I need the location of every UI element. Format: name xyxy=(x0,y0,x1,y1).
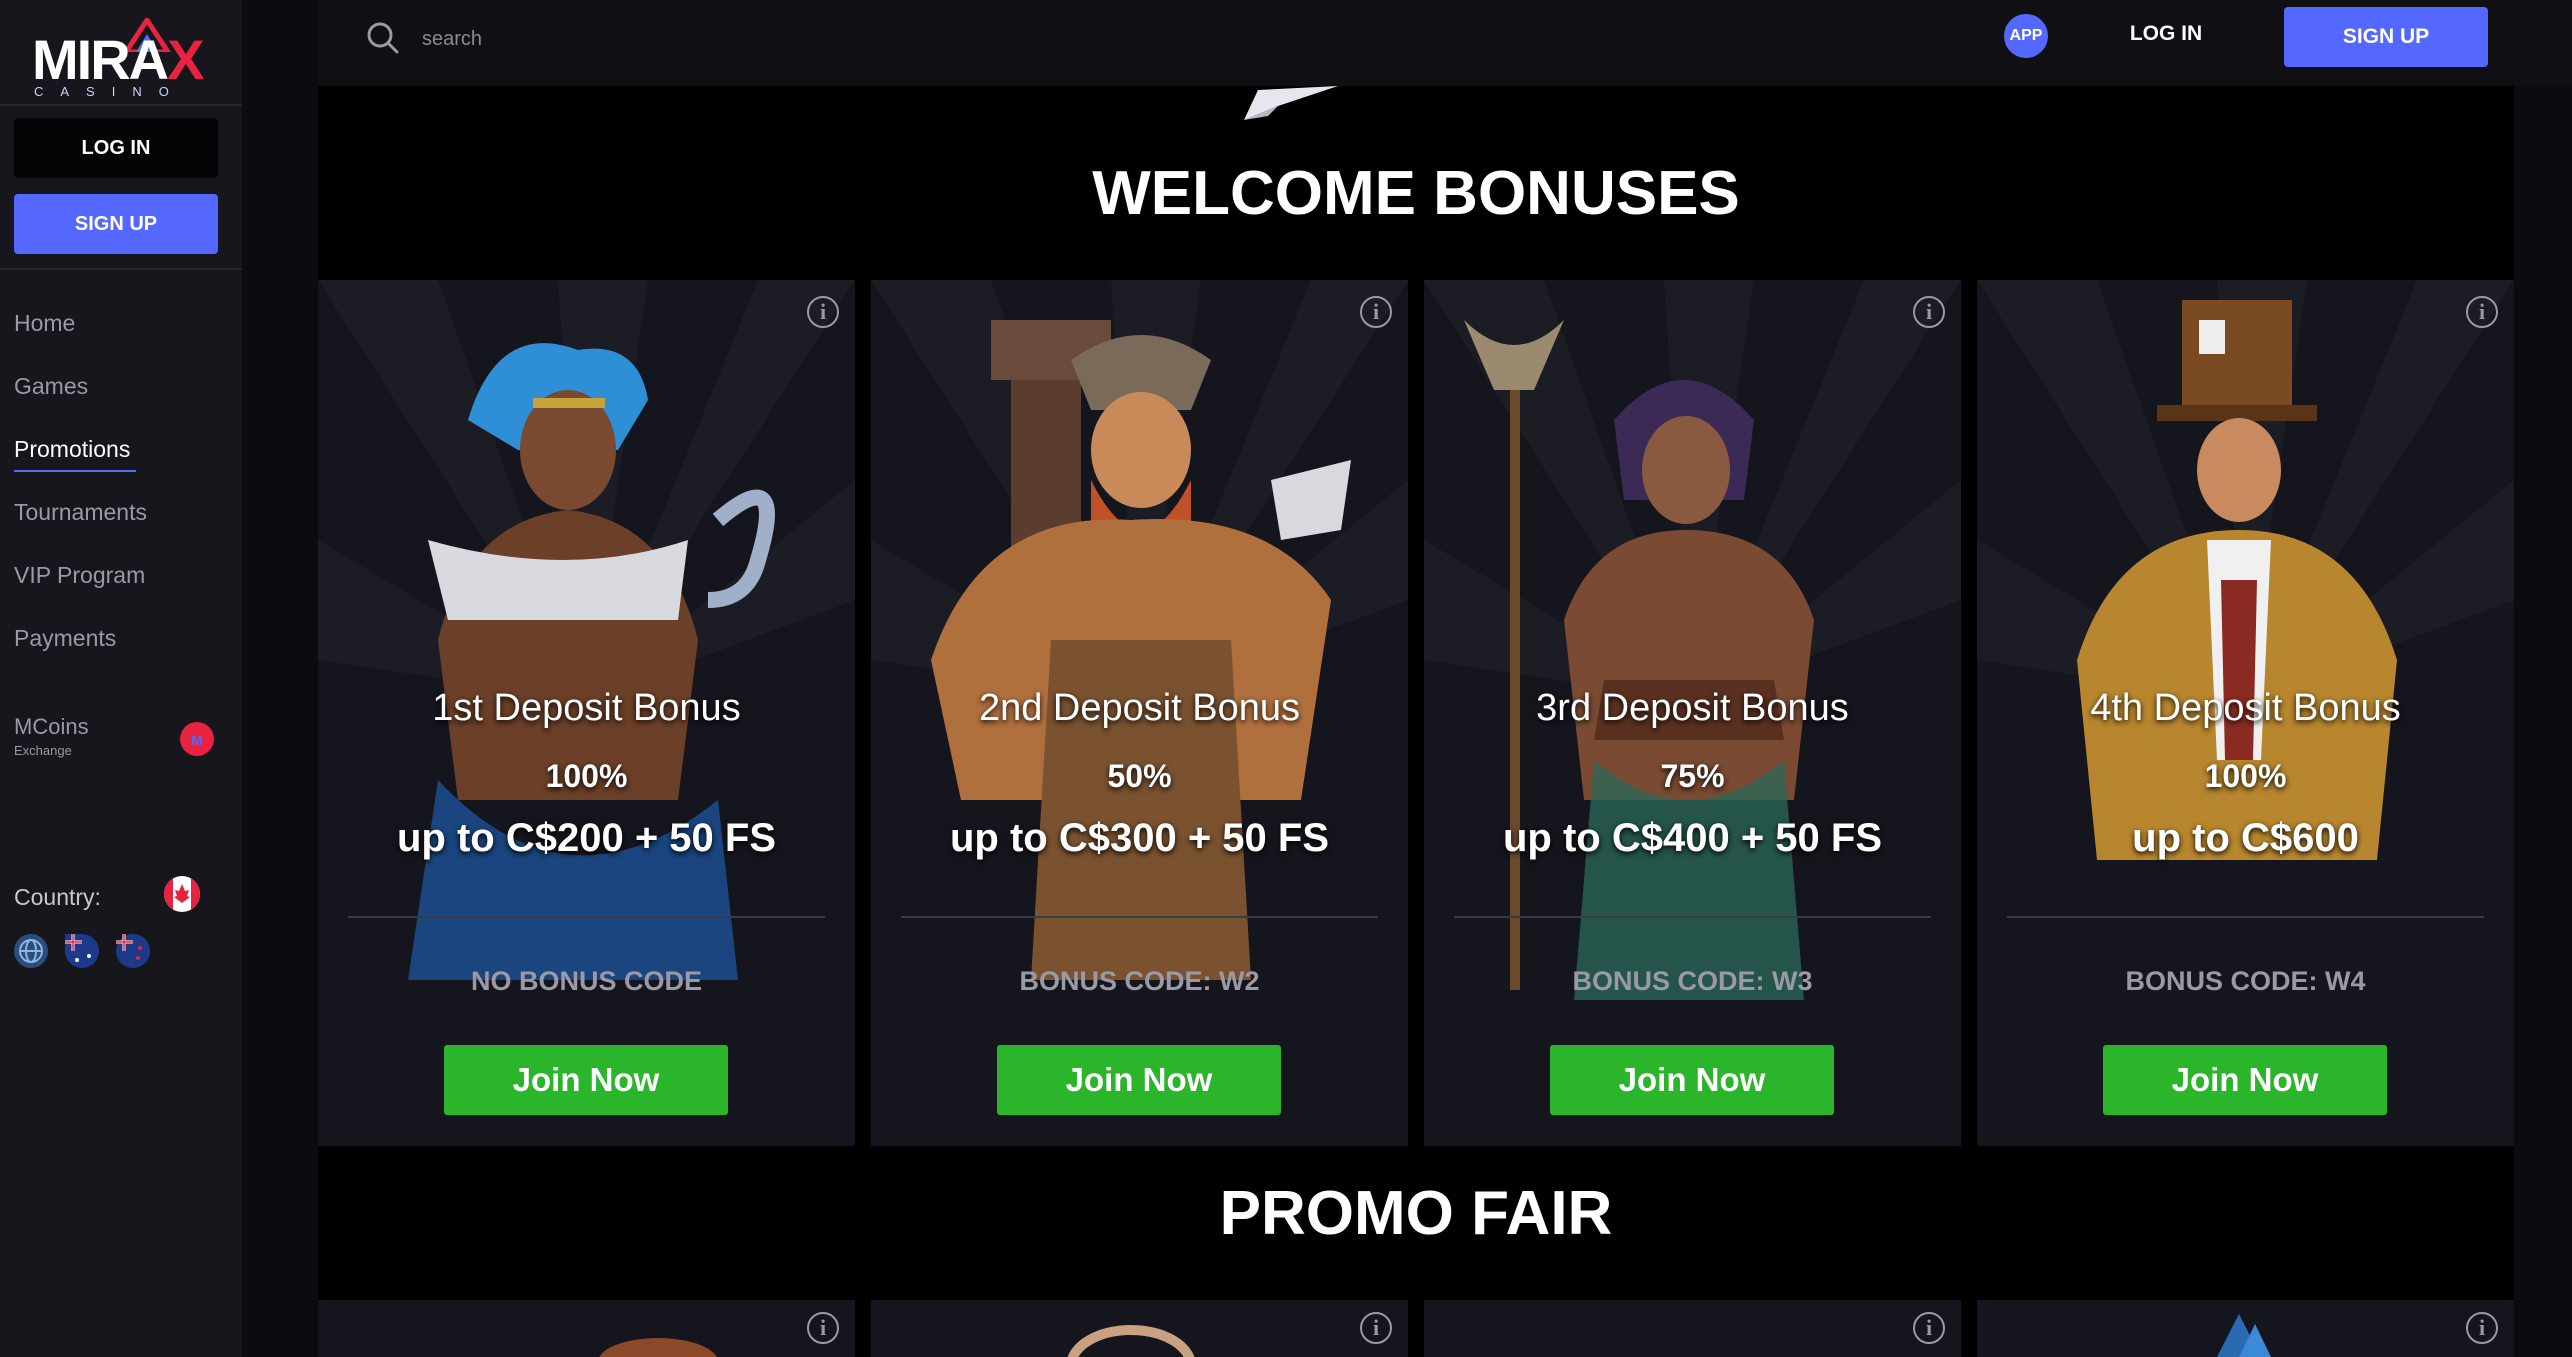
card-divider xyxy=(348,916,825,918)
mirax-casino-logo[interactable]: MIRAX CASINO xyxy=(30,18,204,99)
info-icon[interactable]: i xyxy=(2466,1312,2498,1344)
australia-flag-icon[interactable] xyxy=(65,934,99,968)
header-signup-button[interactable]: SIGN UP xyxy=(2284,7,2488,67)
promo-card-illustration xyxy=(1067,1325,1195,1357)
bonus-code: BONUS CODE: W4 xyxy=(2125,966,2366,996)
search-input[interactable] xyxy=(420,20,1024,58)
bonus-percent: 75% xyxy=(1660,758,1725,794)
bonus-title: 4th Deposit Bonus xyxy=(2090,687,2401,729)
bonus-code: BONUS CODE: W2 xyxy=(1019,966,1260,996)
promo-card: i xyxy=(1424,1300,1961,1357)
welcome-bonuses-title: WELCOME BONUSES xyxy=(1092,159,1740,228)
sidebar: MIRAX CASINO LOG IN SIGN UP Home Games P… xyxy=(0,0,242,1357)
card-divider xyxy=(901,916,1378,918)
bonus-amount: up to C$600 xyxy=(2132,816,2359,860)
promo-card: i xyxy=(1977,1300,2514,1357)
promo-card-illustration xyxy=(599,1338,717,1357)
promo-card-illustration xyxy=(2217,1314,2271,1357)
search-icon[interactable] xyxy=(365,20,401,56)
bonus-title: 2nd Deposit Bonus xyxy=(978,687,1301,729)
bonus-percent: 100% xyxy=(2204,758,2287,794)
bonus-code: NO BONUS CODE xyxy=(470,966,703,996)
info-icon[interactable]: i xyxy=(1360,1312,1392,1344)
paper-plane-decoration xyxy=(1244,86,1338,120)
info-icon[interactable]: i xyxy=(807,296,839,328)
canada-flag-icon[interactable] xyxy=(164,876,200,912)
active-nav-underline xyxy=(14,470,136,472)
page-gutter xyxy=(2514,86,2572,1357)
join-now-button[interactable]: Join Now xyxy=(997,1045,1281,1115)
info-icon[interactable]: i xyxy=(1360,296,1392,328)
country-label: Country: xyxy=(14,884,101,910)
sidebar-item-home[interactable]: Home xyxy=(14,310,75,337)
sidebar-item-promotions[interactable]: Promotions xyxy=(14,436,130,463)
join-now-button[interactable]: Join Now xyxy=(444,1045,728,1115)
bonus-amount: up to C$300 + 50 FS xyxy=(949,816,1330,860)
bonus-percent: 100% xyxy=(545,758,628,794)
promo-card: i xyxy=(318,1300,855,1357)
bonus-title: 3rd Deposit Bonus xyxy=(1536,687,1849,729)
promotions-content: WELCOME BONUSES i 1st Deposit Bonus 100%… xyxy=(318,86,2514,1357)
bonus-percent: 50% xyxy=(1107,758,1172,794)
sidebar-item-mcoins[interactable]: MCoins xyxy=(14,714,89,740)
app-download-button[interactable]: APP xyxy=(2004,14,2048,58)
sidebar-signup-button[interactable]: SIGN UP xyxy=(14,194,218,254)
new-zealand-flag-icon[interactable] xyxy=(116,934,150,968)
sidebar-divider xyxy=(0,268,242,270)
join-now-button[interactable]: Join Now xyxy=(1550,1045,1834,1115)
sidebar-item-payments[interactable]: Payments xyxy=(14,625,116,652)
logo-subtitle: CASINO xyxy=(34,84,186,99)
globe-icon[interactable] xyxy=(14,934,48,968)
mcoins-coin-icon[interactable]: M xyxy=(180,722,214,756)
sidebar-item-tournaments[interactable]: Tournaments xyxy=(14,499,147,526)
header-login-button[interactable]: LOG IN xyxy=(2100,22,2232,52)
sidebar-item-games[interactable]: Games xyxy=(14,373,88,400)
sidebar-item-vip-program[interactable]: VIP Program xyxy=(14,562,145,589)
card-divider xyxy=(2007,916,2484,918)
info-icon[interactable]: i xyxy=(807,1312,839,1344)
join-now-button[interactable]: Join Now xyxy=(2103,1045,2387,1115)
info-icon[interactable]: i xyxy=(2466,296,2498,328)
sidebar-divider xyxy=(0,104,242,106)
mcoins-exchange-label: Exchange xyxy=(14,743,72,758)
card-divider xyxy=(1454,916,1931,918)
bonus-amount: up to C$200 + 50 FS xyxy=(396,816,777,860)
sidebar-login-button[interactable]: LOG IN xyxy=(14,118,218,178)
bonus-code: BONUS CODE: W3 xyxy=(1572,966,1813,996)
bonus-title: 1st Deposit Bonus xyxy=(432,687,741,729)
promo-card: i xyxy=(871,1300,1408,1357)
bonus-card: i 2nd Deposit Bonus 50% up to C$300 + 50… xyxy=(871,280,1408,1146)
bonus-card: i 3rd Deposit Bonus 75% up to C$400 + 50… xyxy=(1424,280,1961,1146)
bonus-card: i 4th Deposit Bonus 100% up to C$600 BON… xyxy=(1977,280,2514,1146)
bonus-amount: up to C$400 + 50 FS xyxy=(1502,816,1883,860)
logo-word: MIRAX xyxy=(32,28,204,91)
promo-fair-title: PROMO FAIR xyxy=(1219,1179,1613,1248)
bonus-card: i 1st Deposit Bonus 100% up to C$200 + 5… xyxy=(318,280,855,1146)
info-icon[interactable]: i xyxy=(1913,296,1945,328)
svg-text:M: M xyxy=(191,732,203,748)
info-icon[interactable]: i xyxy=(1913,1312,1945,1344)
